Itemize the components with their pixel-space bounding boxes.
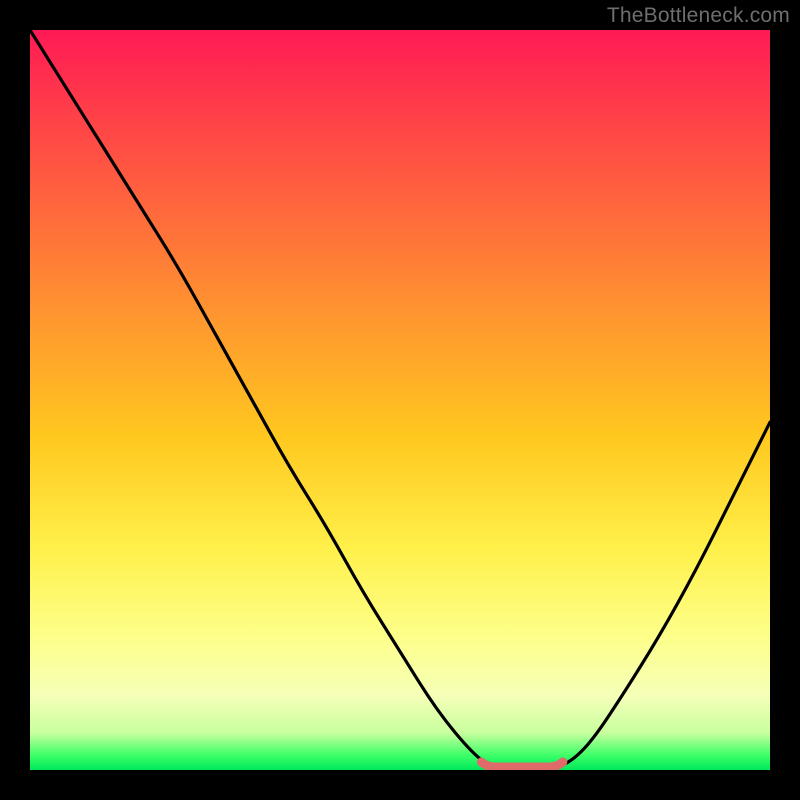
watermark-text: TheBottleneck.com xyxy=(607,4,790,28)
chart-frame: TheBottleneck.com xyxy=(0,0,800,800)
plot-area xyxy=(30,30,770,770)
bottleneck-curve xyxy=(30,30,770,770)
